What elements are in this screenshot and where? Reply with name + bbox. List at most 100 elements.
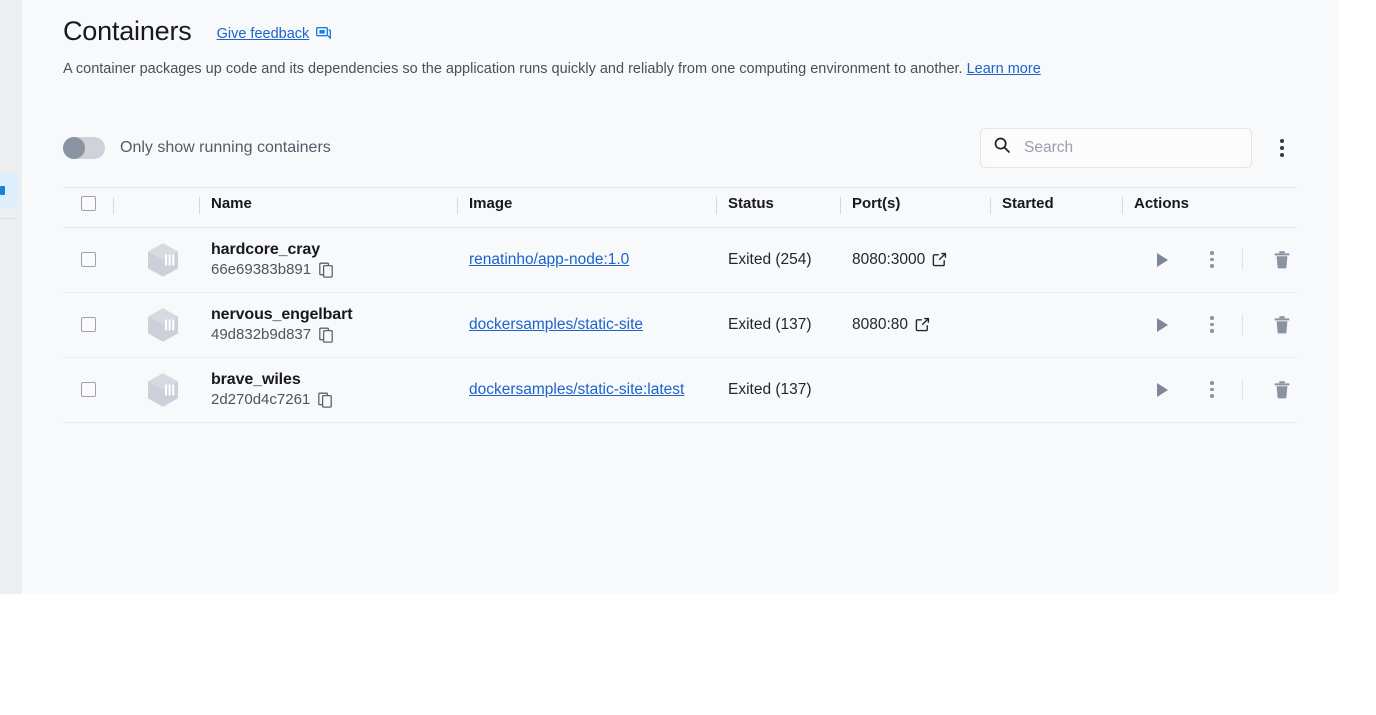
copy-icon[interactable] bbox=[318, 391, 334, 408]
kebab-dot bbox=[1280, 152, 1284, 157]
give-feedback-link[interactable]: Give feedback bbox=[217, 26, 310, 42]
search-input[interactable] bbox=[1022, 137, 1239, 158]
delete-button[interactable] bbox=[1267, 380, 1297, 400]
learn-more-link[interactable]: Learn more bbox=[967, 61, 1041, 77]
ports-cell: 8080:3000 bbox=[840, 228, 990, 292]
ports-value: 8080:80 bbox=[852, 315, 909, 333]
row-select-cell bbox=[63, 358, 113, 422]
column-header-image[interactable]: Image bbox=[457, 188, 716, 220]
select-all-cell bbox=[63, 188, 113, 220]
toggle-knob bbox=[63, 136, 85, 159]
column-header-name[interactable]: Name bbox=[199, 188, 457, 220]
container-name-cell: nervous_engelbart 49d832b9d837 bbox=[199, 293, 457, 357]
container-cube-icon bbox=[113, 358, 199, 422]
container-id: 49d832b9d837 bbox=[211, 326, 312, 344]
kebab-dot bbox=[1210, 251, 1214, 255]
start-button[interactable] bbox=[1134, 252, 1190, 267]
actions-divider bbox=[1242, 314, 1243, 336]
external-link-icon[interactable] bbox=[915, 317, 930, 332]
start-button[interactable] bbox=[1134, 382, 1190, 397]
actions-cell bbox=[1122, 358, 1297, 422]
row-checkbox[interactable] bbox=[81, 252, 96, 268]
page-header: Containers Give feedback bbox=[63, 0, 1338, 47]
actions-divider bbox=[1242, 249, 1243, 271]
delete-button[interactable] bbox=[1267, 315, 1297, 335]
started-cell bbox=[990, 358, 1122, 422]
table-row[interactable]: nervous_engelbart 49d832b9d837 dockersam… bbox=[63, 293, 1297, 358]
page-description-text: A container packages up code and its dep… bbox=[63, 61, 963, 77]
page-description: A container packages up code and its dep… bbox=[63, 60, 1338, 80]
container-name-cell: hardcore_cray 66e69383b891 bbox=[199, 228, 457, 292]
search-icon bbox=[993, 136, 1011, 159]
kebab-dot bbox=[1210, 329, 1214, 333]
row-checkbox[interactable] bbox=[81, 317, 96, 333]
actions-cell bbox=[1122, 293, 1297, 357]
ports-value-row: 8080:80 bbox=[852, 316, 930, 334]
icon-column-header bbox=[113, 188, 199, 220]
container-id-row: 66e69383b891 bbox=[211, 261, 335, 278]
start-button[interactable] bbox=[1134, 317, 1190, 332]
main-content: Containers Give feedback A container pac… bbox=[22, 0, 1338, 594]
ports-value: 8080:3000 bbox=[852, 250, 926, 268]
container-id-row: 2d270d4c7261 bbox=[211, 391, 334, 408]
image-link[interactable]: dockersamples/static-site bbox=[469, 316, 643, 334]
toolbar: Only show running containers bbox=[63, 127, 1338, 168]
play-icon bbox=[1156, 252, 1168, 267]
sidebar bbox=[0, 0, 22, 594]
copy-icon[interactable] bbox=[319, 326, 335, 343]
actions-cell bbox=[1122, 228, 1297, 292]
row-menu-button[interactable] bbox=[1190, 316, 1234, 333]
column-header-ports[interactable]: Port(s) bbox=[840, 188, 990, 220]
delete-button[interactable] bbox=[1267, 250, 1297, 270]
actions-divider bbox=[1242, 379, 1243, 401]
ports-value-row: 8080:3000 bbox=[852, 251, 947, 269]
kebab-dot bbox=[1210, 387, 1214, 392]
row-select-cell bbox=[63, 228, 113, 292]
column-header-started[interactable]: Started bbox=[990, 188, 1122, 220]
table-row[interactable]: hardcore_cray 66e69383b891 renatinho/app… bbox=[63, 228, 1297, 293]
row-checkbox[interactable] bbox=[81, 382, 96, 398]
row-select-cell bbox=[63, 293, 113, 357]
table-header-row: Name Image Status Port(s) Started Action… bbox=[63, 188, 1297, 228]
select-all-checkbox[interactable] bbox=[81, 196, 96, 212]
kebab-dot bbox=[1210, 322, 1214, 327]
started-cell bbox=[990, 293, 1122, 357]
sidebar-divider bbox=[0, 218, 17, 219]
status-cell: Exited (254) bbox=[716, 228, 840, 292]
container-id: 2d270d4c7261 bbox=[211, 391, 311, 409]
image-cell: dockersamples/static-site:latest bbox=[457, 358, 716, 422]
container-name[interactable]: brave_wiles bbox=[211, 371, 334, 389]
feedback-icon bbox=[316, 27, 332, 41]
only-running-toggle-label: Only show running containers bbox=[120, 138, 331, 156]
containers-table: Name Image Status Port(s) Started Action… bbox=[63, 186, 1297, 423]
ports-cell: 8080:80 bbox=[840, 293, 990, 357]
status-cell: Exited (137) bbox=[716, 358, 840, 422]
play-icon bbox=[1156, 317, 1168, 332]
row-menu-button[interactable] bbox=[1190, 381, 1234, 398]
table-row[interactable]: brave_wiles 2d270d4c7261 dockersamples/s… bbox=[63, 358, 1297, 423]
container-cube-icon bbox=[113, 228, 199, 292]
image-cell: dockersamples/static-site bbox=[457, 293, 716, 357]
kebab-dot bbox=[1210, 381, 1214, 385]
column-header-actions[interactable]: Actions bbox=[1122, 188, 1297, 220]
container-name[interactable]: nervous_engelbart bbox=[211, 306, 353, 324]
give-feedback[interactable]: Give feedback bbox=[217, 26, 332, 42]
sidebar-containers-icon bbox=[0, 186, 5, 195]
image-link[interactable]: renatinho/app-node:1.0 bbox=[469, 251, 629, 269]
container-name[interactable]: hardcore_cray bbox=[211, 241, 335, 259]
column-header-status[interactable]: Status bbox=[716, 188, 840, 220]
row-menu-button[interactable] bbox=[1190, 251, 1234, 268]
image-link[interactable]: dockersamples/static-site:latest bbox=[469, 381, 684, 399]
kebab-dot bbox=[1210, 264, 1214, 268]
only-running-toggle[interactable] bbox=[63, 136, 105, 159]
ports-cell bbox=[840, 358, 990, 422]
page-title: Containers bbox=[63, 16, 192, 46]
copy-icon[interactable] bbox=[319, 261, 335, 278]
kebab-dot bbox=[1280, 145, 1284, 150]
play-icon bbox=[1156, 382, 1168, 397]
status-cell: Exited (137) bbox=[716, 293, 840, 357]
search-box[interactable] bbox=[980, 127, 1252, 168]
container-name-cell: brave_wiles 2d270d4c7261 bbox=[199, 358, 457, 422]
external-link-icon[interactable] bbox=[932, 252, 947, 267]
kebab-menu-icon[interactable] bbox=[1267, 133, 1297, 163]
